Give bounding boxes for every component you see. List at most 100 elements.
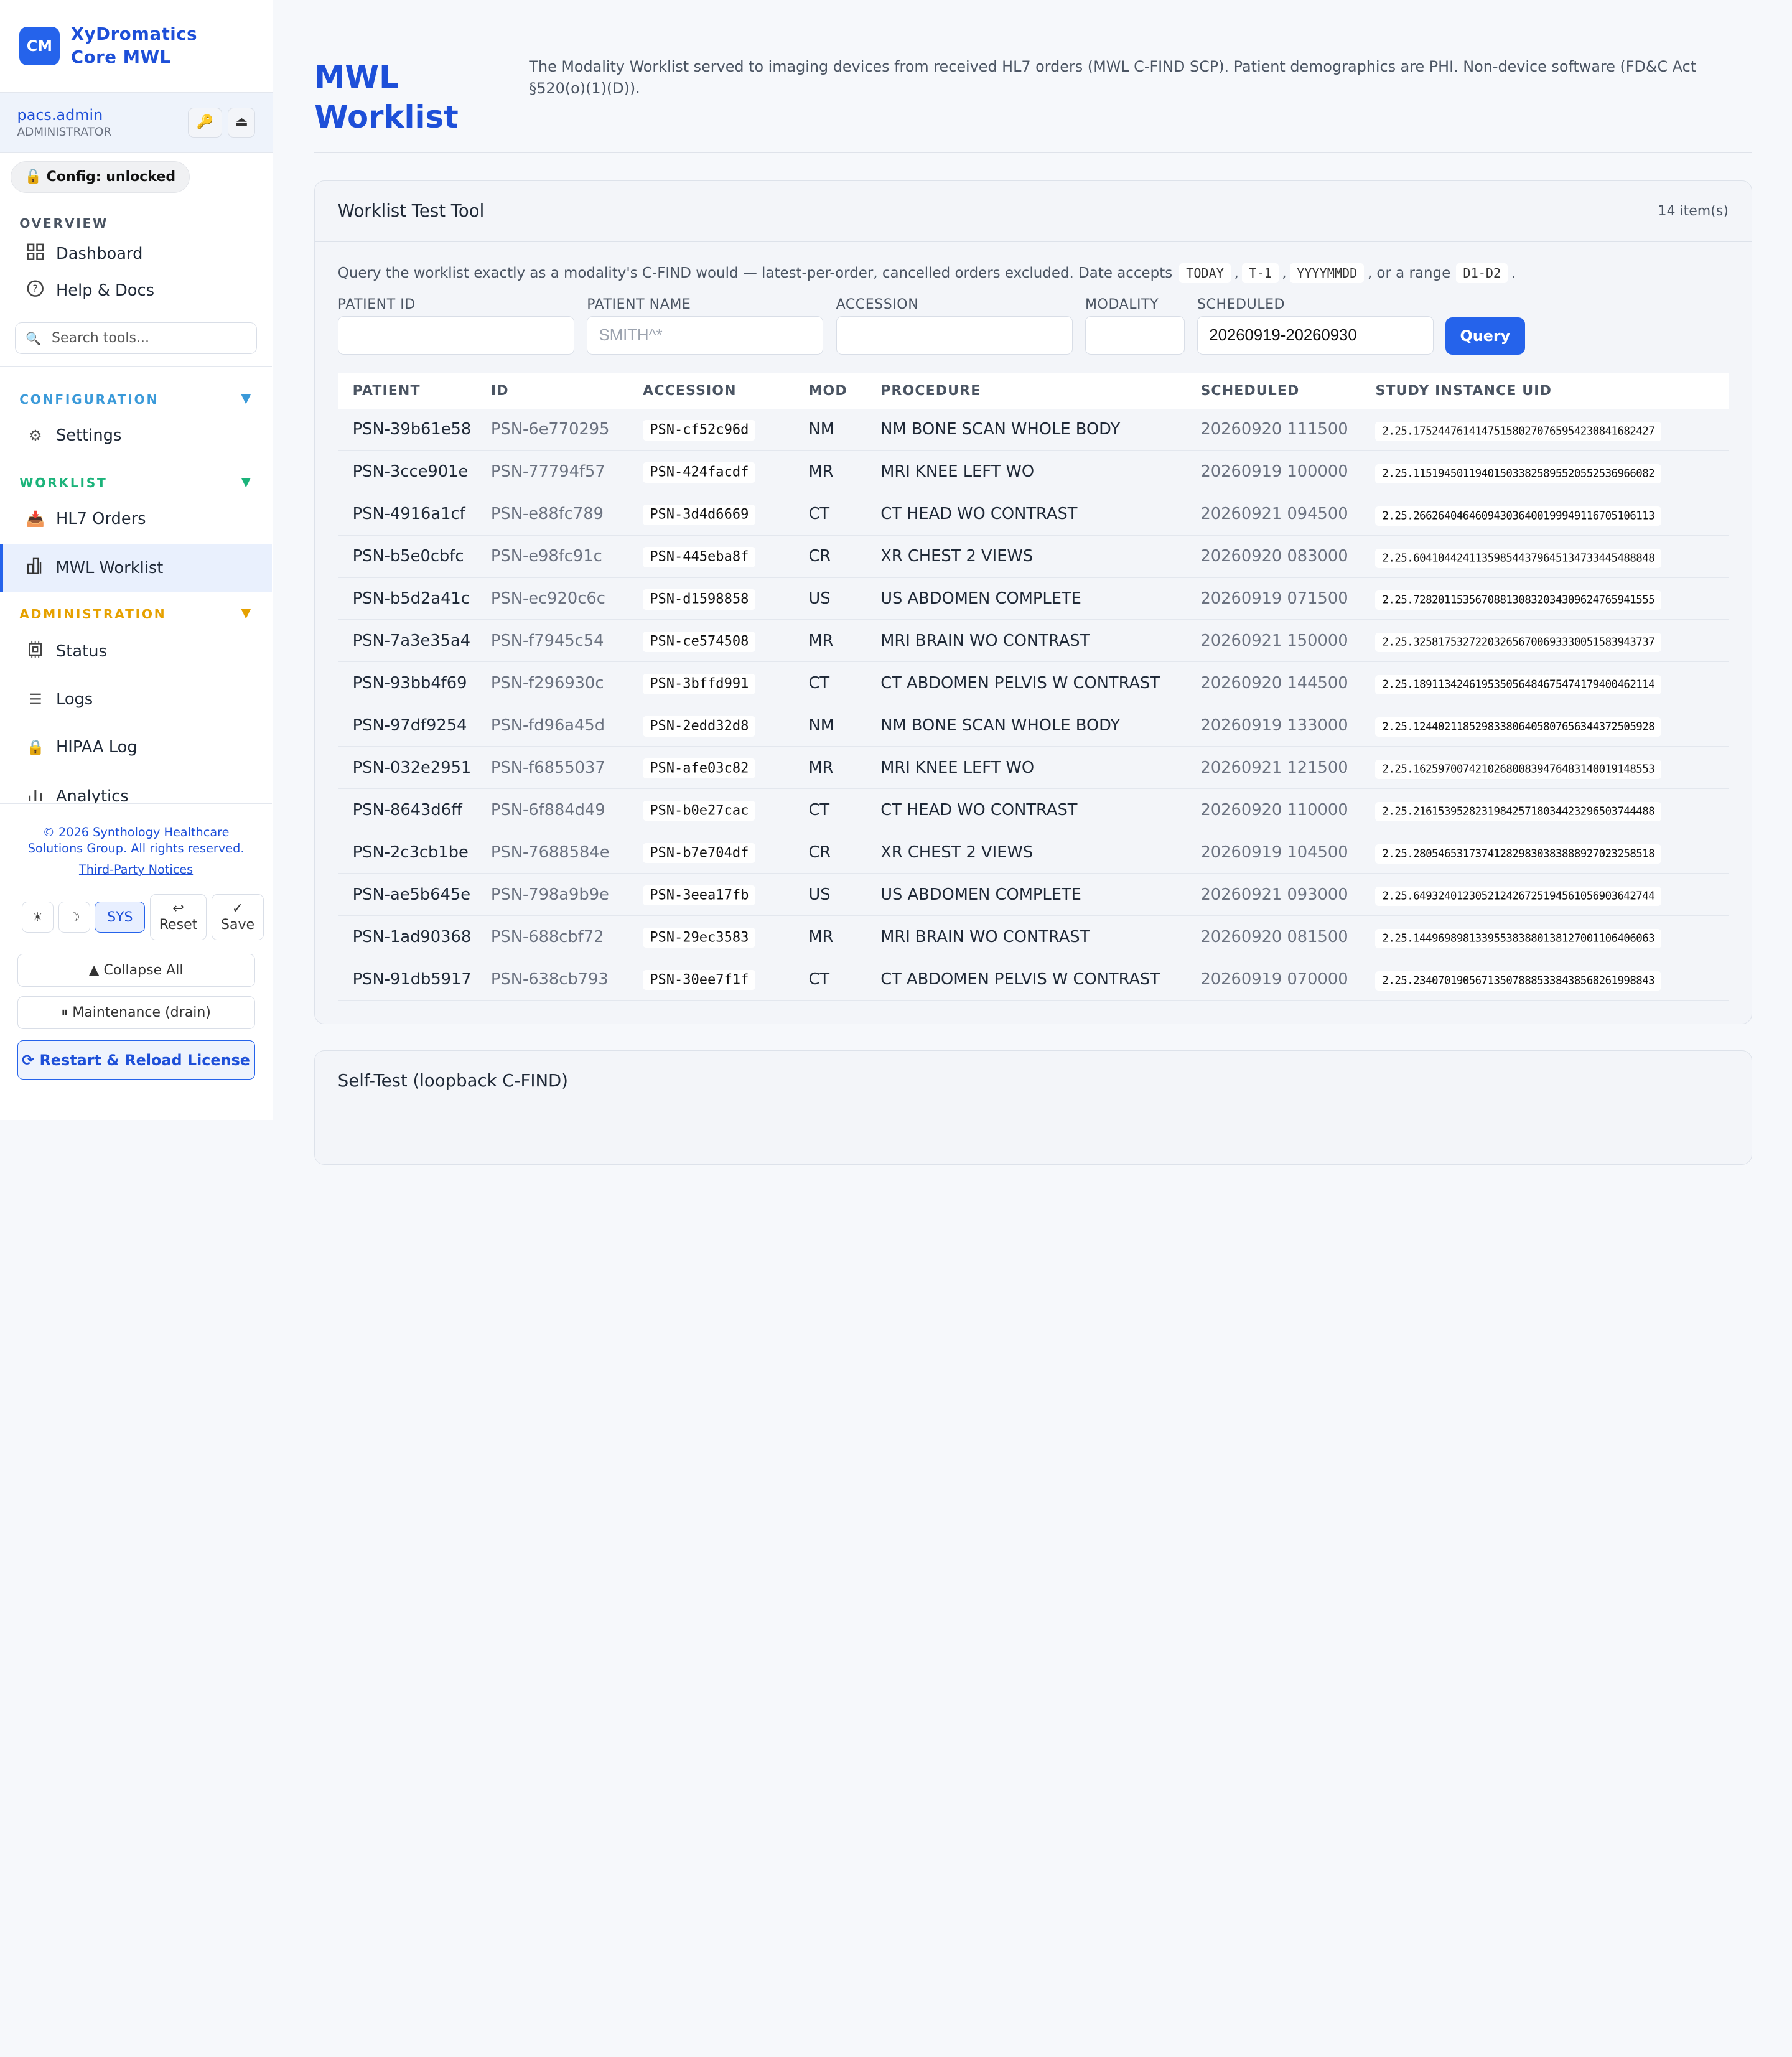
sidebar-item-label: Help & Docs <box>55 281 154 300</box>
table-row[interactable]: PSN-7a3e35a4 PSN-f7945c54 PSN-ce574508 MR MR… <box>337 620 1729 663</box>
cell-procedure: MRI BRAIN WO CONTRAST <box>880 631 1090 650</box>
header-id[interactable]: ID <box>491 383 643 399</box>
cell-study-uid-value: 2.25.23407019056713507888533843856826199… <box>1375 971 1662 991</box>
chevron-down-icon[interactable]: ▼ <box>241 605 251 620</box>
table-row[interactable]: PSN-8643d6ff PSN-6f884d49 PSN-b0e27cac CT CT… <box>337 789 1729 832</box>
header-mod[interactable]: MOD <box>808 383 880 399</box>
maintenance-button[interactable]: ⏸ Maintenance (drain) <box>17 996 255 1029</box>
theme-light-button[interactable]: ☀ <box>21 902 54 933</box>
cell-scheduled: 20260921 094500 <box>1200 505 1348 524</box>
theme-sys-button[interactable]: SYS <box>95 902 146 933</box>
sidebar-item-hipaa-log[interactable]: 🔒 HIPAA Log <box>0 730 272 765</box>
cell-accession: PSN-3eea17fb <box>643 885 808 906</box>
table-row[interactable]: PSN-2c3cb1be PSN-7688584e PSN-b7e704df CR XR… <box>337 831 1729 874</box>
sidebar-item-settings[interactable]: ⚙ Settings <box>0 418 272 452</box>
reset-button[interactable]: ↩ Reset <box>149 894 207 940</box>
cell-accession-value: PSN-30ee7f1f <box>643 969 756 991</box>
section-configuration[interactable]: CONFIGURATION <box>19 392 159 407</box>
cell-modality: CR <box>808 842 831 862</box>
sidebar-item-mwl-worklist[interactable]: MWL Worklist <box>0 544 273 592</box>
header-accession[interactable]: ACCESSION <box>643 383 808 399</box>
table-row[interactable]: PSN-b5d2a41c PSN-ec920c6c PSN-d1598858 US US… <box>337 578 1729 620</box>
cell-modality: NM <box>808 716 834 735</box>
check-icon: ✓ <box>231 901 244 917</box>
table-row[interactable]: PSN-39b61e58 PSN-6e770295 PSN-cf52c96d NM NM… <box>337 409 1729 451</box>
cell-accession: PSN-30ee7f1f <box>643 969 808 991</box>
table-row[interactable]: PSN-97df9254 PSN-fd96a45d PSN-2edd32d8 NM NM… <box>337 704 1729 747</box>
patient-id-input[interactable] <box>337 315 574 355</box>
sidebar-item-label: HL7 Orders <box>55 509 146 528</box>
header-procedure[interactable]: PROCEDURE <box>880 383 1200 399</box>
chevron-down-icon[interactable]: ▼ <box>241 474 251 489</box>
sidebar-item-logs[interactable]: ☰ Logs <box>0 683 272 717</box>
cell-accession-value: PSN-afe03c82 <box>643 758 756 779</box>
patient-name-label: PATIENT NAME <box>587 296 691 312</box>
collapse-all-button[interactable]: ▲ Collapse All <box>17 953 255 987</box>
cell-modality: CT <box>808 969 830 989</box>
cell-id: PSN-798a9b9e <box>490 885 609 904</box>
cell-procedure: CT HEAD WO CONTRAST <box>880 800 1078 819</box>
section-overview: OVERVIEW <box>19 216 109 231</box>
cell-study-uid-value: 2.25.28054653173741282983038388892702325… <box>1375 844 1662 864</box>
table-row[interactable]: PSN-ae5b645e PSN-798a9b9e PSN-3eea17fb US US… <box>337 874 1729 917</box>
table-row[interactable]: PSN-3cce901e PSN-77794f57 PSN-424facdf MR MR… <box>337 451 1729 493</box>
cell-modality: MR <box>808 631 834 650</box>
cell-accession-value: PSN-445eba8f <box>643 547 756 567</box>
third-party-notices-link[interactable]: Third-Party Notices <box>0 862 272 877</box>
table-row[interactable]: PSN-91db5917 PSN-638cb793 PSN-30ee7f1f CT CT… <box>337 958 1729 1001</box>
cell-study-uid: 2.25.26626404646094303640019994911670510… <box>1375 505 1729 526</box>
cell-modality: US <box>808 589 831 608</box>
header-study-uid[interactable]: STUDY INSTANCE UID <box>1375 383 1729 399</box>
cell-id: PSN-e98fc91c <box>490 547 602 566</box>
brand-name-line2: Core MWL <box>70 47 171 67</box>
query-button[interactable]: Query <box>1445 317 1526 355</box>
table-row[interactable]: PSN-93bb4f69 PSN-f296930c PSN-3bffd991 CT CT… <box>337 662 1729 705</box>
section-administration[interactable]: ADMINISTRATION <box>19 607 166 622</box>
cell-accession-value: PSN-3d4d6669 <box>643 505 756 525</box>
sidebar: CM XyDromatics Core MWL pacs.admin ADMIN… <box>0 0 273 1120</box>
sidebar-item-label: HIPAA Log <box>55 738 138 757</box>
cell-study-uid: 2.25.64932401230521242672519456105690364… <box>1375 885 1729 907</box>
header-scheduled[interactable]: SCHEDULED <box>1200 383 1375 399</box>
cell-accession: PSN-b7e704df <box>643 843 808 864</box>
cell-accession-value: PSN-d1598858 <box>643 589 756 610</box>
help-text-mid: , or a range <box>1367 265 1451 282</box>
brand-name-line1: XyDromatics <box>70 24 198 45</box>
modality-input[interactable] <box>1085 315 1185 355</box>
cell-study-uid: 2.25.60410442411359854437964513473344548… <box>1375 547 1729 568</box>
sidebar-item-help[interactable]: ? Help & Docs <box>0 273 272 307</box>
eject-icon[interactable]: ⏏ <box>228 108 256 138</box>
cell-scheduled: 20260920 083000 <box>1200 547 1348 566</box>
table-row[interactable]: PSN-032e2951 PSN-f6855037 PSN-afe03c82 MR MR… <box>337 747 1729 790</box>
accession-input[interactable] <box>836 315 1073 355</box>
cell-procedure: XR CHEST 2 VIEWS <box>880 547 1034 566</box>
patient-id-label: PATIENT ID <box>337 296 416 312</box>
chevron-down-icon[interactable]: ▼ <box>241 391 251 406</box>
cell-study-uid: 2.25.11519450119401503382589552055253696… <box>1375 462 1729 483</box>
key-icon[interactable]: 🔑 <box>188 108 223 138</box>
code-range: D1-D2 <box>1456 263 1508 283</box>
cell-study-uid-value: 2.25.64932401230521242672519456105690364… <box>1375 887 1662 907</box>
table-row[interactable]: PSN-b5e0cbfc PSN-e98fc91c PSN-445eba8f CR XR… <box>337 536 1729 578</box>
save-label: Save <box>220 917 255 933</box>
code-date: YYYYMMDD <box>1290 263 1365 283</box>
cell-scheduled: 20260920 110000 <box>1200 800 1348 819</box>
table-row[interactable]: PSN-1ad90368 PSN-688cbf72 PSN-29ec3583 MR MR… <box>337 916 1729 959</box>
scheduled-input[interactable] <box>1197 315 1434 355</box>
cell-accession: PSN-afe03c82 <box>643 758 808 779</box>
theme-dark-button[interactable]: ☽ <box>58 902 91 933</box>
restart-reload-license-button[interactable]: ⟳ Restart & Reload License <box>17 1040 255 1080</box>
header-patient[interactable]: PATIENT <box>338 383 491 399</box>
search-tools-input[interactable]: 🔍 Search tools... <box>14 322 258 355</box>
config-status-badge[interactable]: 🔓 Config: unlocked <box>10 161 190 194</box>
sidebar-item-hl7-orders[interactable]: 📥 HL7 Orders <box>0 501 272 536</box>
sidebar-item-status[interactable]: Status <box>0 634 272 668</box>
help-icon: ? <box>25 279 45 301</box>
copyright-line1: © 2026 Synthology Healthcare <box>42 825 230 840</box>
table-row[interactable]: PSN-4916a1cf PSN-e88fc789 PSN-3d4d6669 CT CT… <box>337 493 1729 536</box>
patient-name-input[interactable] <box>587 315 824 355</box>
help-text: Query the worklist exactly as a modality… <box>337 265 1173 282</box>
section-worklist[interactable]: WORKLIST <box>19 475 107 490</box>
save-button[interactable]: ✓ Save <box>211 894 264 940</box>
sidebar-item-dashboard[interactable]: Dashboard <box>0 236 272 271</box>
